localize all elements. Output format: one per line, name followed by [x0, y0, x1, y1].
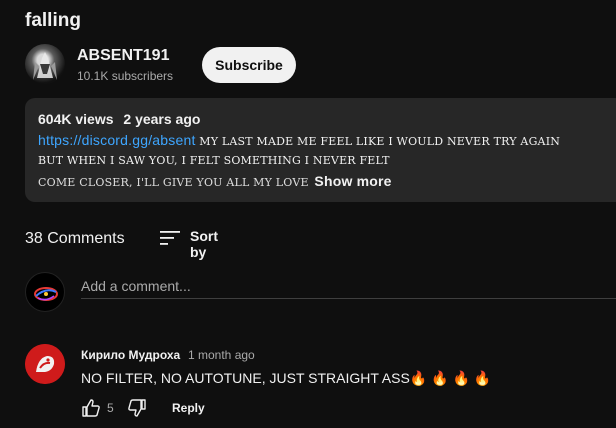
video-stats: 604K views 2 years ago [38, 111, 200, 127]
add-comment-input[interactable] [81, 274, 616, 299]
description-text-1: MY LAST MADE ME FEEL LIKE I WOULD NEVER … [199, 135, 561, 148]
commenter-avatar-art [25, 344, 65, 384]
description-line-2: BUT WHEN I SAW YOU, I FELT SOMETHING I N… [38, 154, 390, 167]
thumb-down-icon[interactable] [127, 398, 147, 418]
commenter-avatar[interactable] [25, 344, 65, 384]
sort-by-label: Sort by [190, 228, 218, 260]
comments-count: 38 Comments [25, 230, 125, 247]
like-count: 5 [107, 401, 114, 415]
description-line-3: COME CLOSER, I'LL GIVE YOU ALL MY LOVE S… [38, 173, 392, 189]
reply-button[interactable]: Reply [172, 401, 205, 415]
sort-icon [160, 231, 180, 245]
show-more-button[interactable]: Show more [314, 173, 391, 189]
description-text-3: COME CLOSER, I'LL GIVE YOU ALL MY LOVE [38, 176, 309, 189]
user-avatar-art [34, 287, 58, 301]
user-avatar[interactable] [25, 272, 65, 312]
comment-actions: 5 Reply [81, 398, 381, 420]
comments-header: 38 Comments Sort by [25, 228, 605, 260]
subscribe-button[interactable]: Subscribe [202, 47, 296, 83]
subscriber-count: 10.1K subscribers [77, 69, 174, 83]
add-comment-row [25, 272, 616, 314]
comment-text: NO FILTER, NO AUTOTUNE, JUST STRAIGHT AS… [81, 370, 492, 386]
comment-author[interactable]: Кирило Мудроха [81, 348, 180, 362]
description-text-2: BUT WHEN I SAW YOU, I FELT SOMETHING I N… [38, 154, 390, 167]
view-count: 604K views [38, 111, 114, 127]
channel-name[interactable]: ABSENT191 [77, 47, 169, 65]
comment-item: Кирило Мудроха 1 month ago NO FILTER, NO… [25, 344, 605, 424]
video-title: falling [25, 10, 81, 31]
comment-time[interactable]: 1 month ago [188, 348, 255, 362]
upload-age: 2 years ago [123, 111, 201, 127]
description-line-1: https://discord.gg/absent MY LAST MADE M… [38, 132, 560, 148]
channel-avatar[interactable] [25, 44, 65, 84]
channel-row: ABSENT191 10.1K subscribers Subscribe [25, 44, 605, 88]
thumb-up-icon[interactable] [81, 398, 101, 418]
discord-link[interactable]: https://discord.gg/absent [38, 132, 196, 148]
channel-avatar-art [33, 52, 57, 80]
description-box[interactable]: 604K views 2 years ago https://discord.g… [25, 98, 616, 202]
